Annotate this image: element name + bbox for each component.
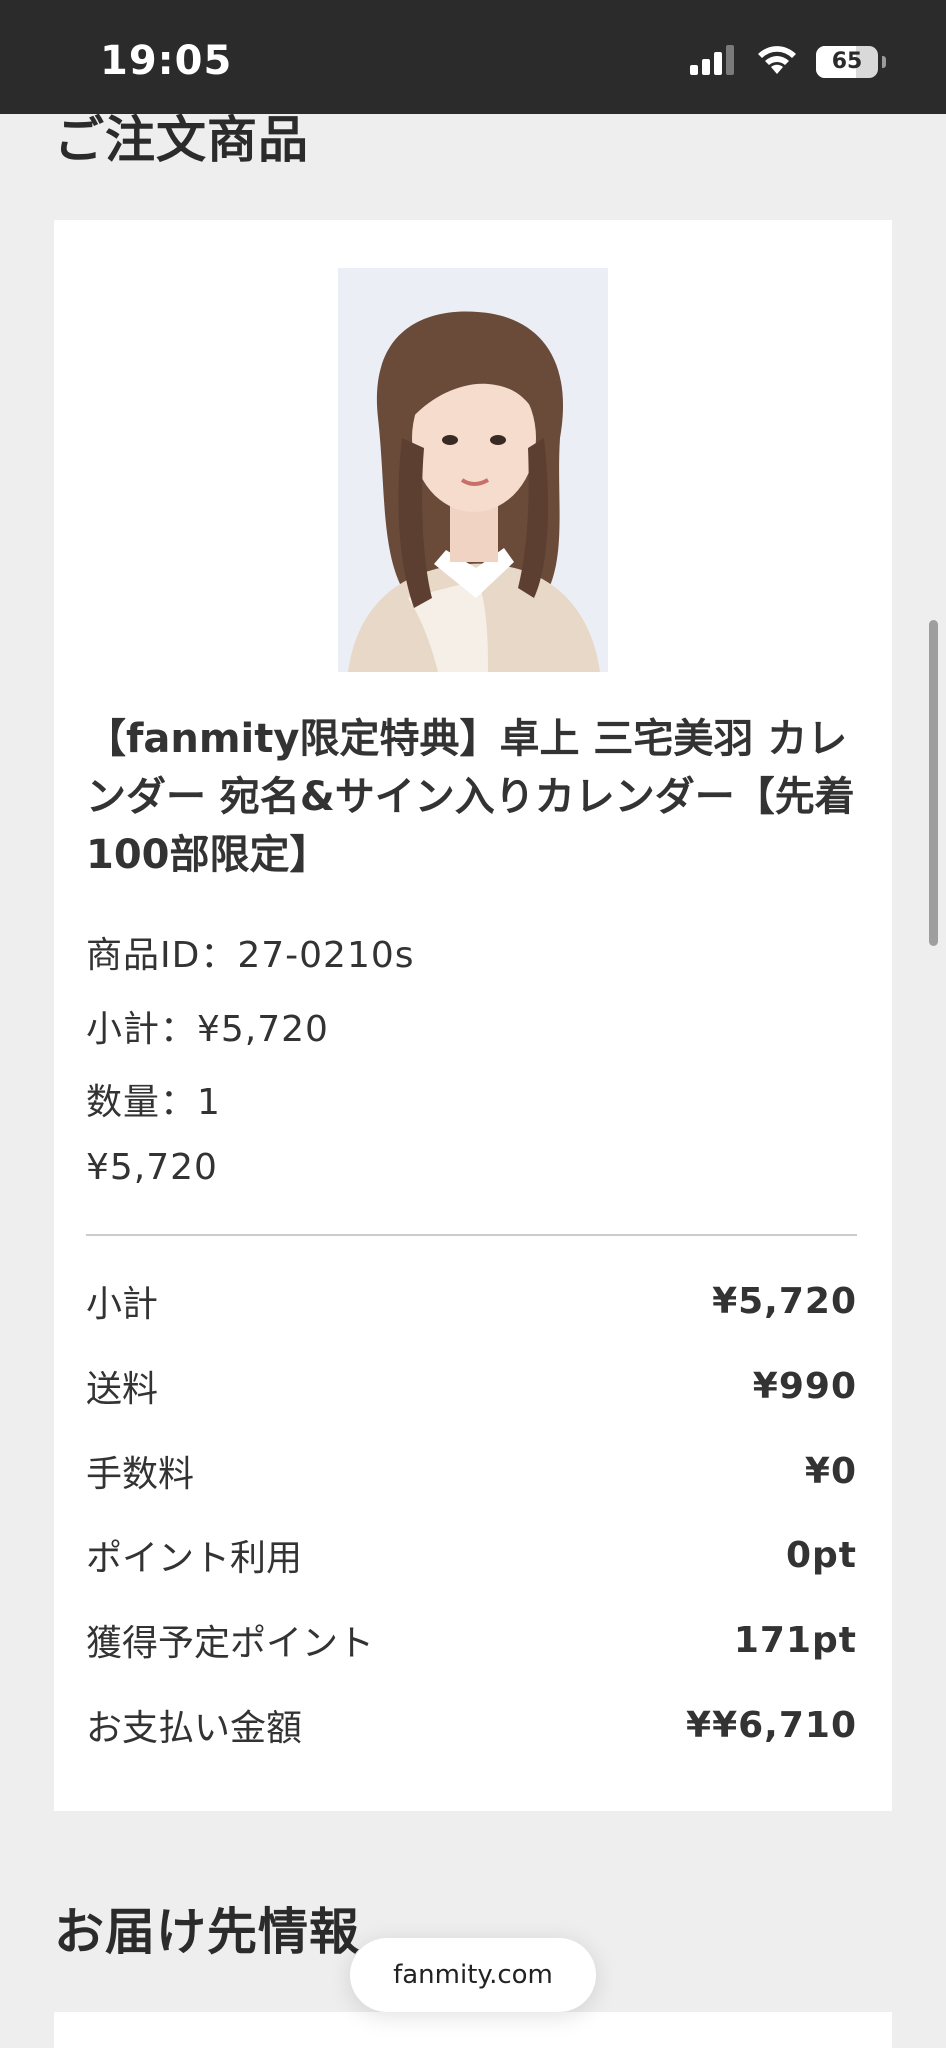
summary-label: 獲得予定ポイント [86, 1623, 375, 1664]
summary-label: 小計 [86, 1284, 159, 1325]
summary-row-points-earned: 獲得予定ポイント 171pt [86, 1615, 857, 1665]
product-price: ¥5,720 [86, 1147, 218, 1188]
scrollbar[interactable] [929, 620, 938, 946]
summary-value: ¥990 [752, 1365, 857, 1407]
battery-tip [882, 56, 886, 68]
battery-percentage: 65 [831, 49, 863, 74]
product-quantity: 数量：1 [86, 1082, 221, 1123]
product-id: 商品ID：27-0210s [86, 935, 415, 976]
summary-label: お支払い金額 [86, 1708, 303, 1749]
signal-icon [690, 45, 738, 79]
status-time: 19:05 [100, 38, 233, 84]
summary-value: 0pt [785, 1534, 857, 1576]
summary-label: 送料 [86, 1369, 159, 1410]
status-icons: 65 [690, 44, 886, 80]
summary-label: ポイント利用 [86, 1538, 303, 1579]
product-name[interactable]: 【fanmity限定特典】卓上 三宅美羽 カレンダー 宛名&サイン入りカレンダー… [86, 710, 866, 884]
order-section-title: ご注文商品 [54, 111, 309, 169]
portrait-illustration [338, 268, 608, 672]
summary-value: 171pt [733, 1619, 857, 1661]
summary-row-shipping: 送料 ¥990 [86, 1361, 857, 1411]
summary-value: ¥5,720 [712, 1280, 857, 1322]
delivery-section-title: お届け先情報 [54, 1903, 360, 1961]
wifi-icon [756, 44, 798, 80]
summary-row-points-used: ポイント利用 0pt [86, 1530, 857, 1580]
summary-value: ¥0 [804, 1450, 857, 1492]
summary-value: ¥¥6,710 [686, 1704, 857, 1746]
summary-label: 手数料 [86, 1454, 195, 1495]
url-bar[interactable]: fanmity.com [350, 1938, 596, 2012]
summary-row-subtotal: 小計 ¥5,720 [86, 1276, 857, 1326]
summary-row-fee: 手数料 ¥0 [86, 1446, 857, 1496]
delivery-card [54, 2012, 892, 2048]
status-bar: 19:05 65 [0, 0, 946, 114]
summary-row-total: お支払い金額 ¥¥6,710 [86, 1700, 857, 1750]
summary-divider [86, 1234, 857, 1236]
battery-icon: 65 [816, 46, 878, 78]
product-photo[interactable] [338, 268, 608, 672]
order-card: 【fanmity限定特典】卓上 三宅美羽 カレンダー 宛名&サイン入りカレンダー… [54, 220, 892, 1811]
product-subtotal: 小計：¥5,720 [86, 1009, 329, 1050]
